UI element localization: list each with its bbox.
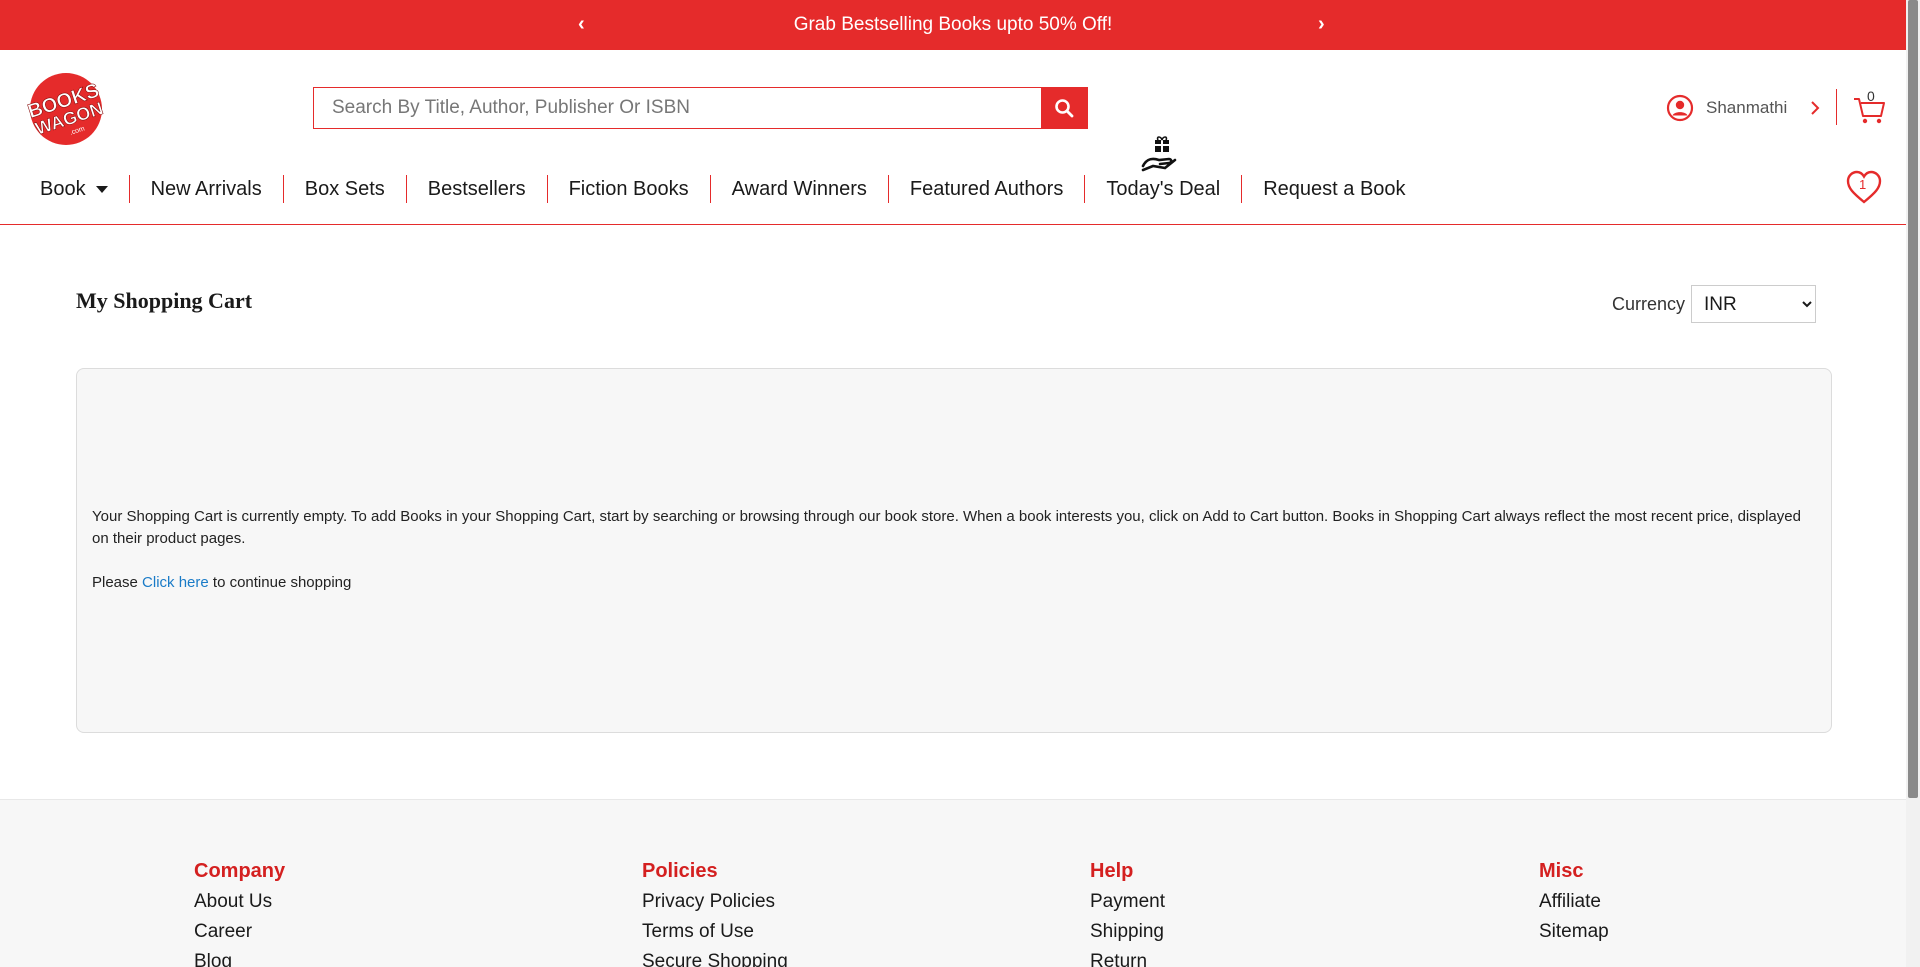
- footer-heading-policies: Policies: [642, 860, 718, 882]
- header-divider: [1836, 89, 1837, 125]
- footer-heading-company: Company: [194, 860, 286, 882]
- caret-down-icon: [95, 186, 108, 194]
- nav-item-book-label: Book: [40, 178, 86, 200]
- footer-heading-misc: Misc: [1539, 860, 1584, 882]
- search-input[interactable]: [314, 88, 1041, 128]
- page-title: My Shopping Cart: [76, 288, 253, 313]
- promo-text[interactable]: Grab Bestselling Books upto 50% Off!: [0, 14, 1906, 36]
- footer-link-affiliate[interactable]: Affiliate: [1539, 887, 1609, 917]
- nav-item-box-sets[interactable]: Box Sets: [284, 175, 407, 203]
- nav-item-todays-deal[interactable]: Today's Deal: [1085, 175, 1243, 203]
- nav-item-award-winners[interactable]: Award Winners: [711, 175, 889, 203]
- nav-item-fiction-books[interactable]: Fiction Books: [548, 175, 711, 203]
- nav-item-featured-authors[interactable]: Featured Authors: [889, 175, 1086, 203]
- continue-shopping-text: Please Click here to continue shopping: [92, 574, 351, 591]
- search-button[interactable]: [1041, 88, 1087, 128]
- promo-banner: ‹ Grab Bestselling Books upto 50% Off! ›: [0, 0, 1906, 50]
- footer-link-blog[interactable]: Blog: [194, 947, 285, 967]
- currency-selector: Currency INR: [1612, 285, 1817, 323]
- continue-prefix: Please: [92, 574, 143, 591]
- footer-link-return[interactable]: Return: [1090, 947, 1165, 967]
- nav-item-book[interactable]: Book: [0, 175, 130, 203]
- continue-suffix: to continue shopping: [208, 574, 352, 591]
- user-name: Shanmathi: [1706, 98, 1788, 117]
- nav-item-new-arrivals[interactable]: New Arrivals: [130, 175, 284, 203]
- cart-count: 0: [1867, 88, 1875, 104]
- nav-item-bestsellers[interactable]: Bestsellers: [407, 175, 548, 203]
- empty-cart-panel: Your Shopping Cart is currently empty. T…: [76, 368, 1832, 733]
- footer-link-career[interactable]: Career: [194, 917, 285, 947]
- scrollbar-thumb[interactable]: [1908, 0, 1918, 798]
- promo-next-arrow-icon[interactable]: ›: [1318, 13, 1325, 36]
- wishlist-count: 1: [1859, 177, 1867, 192]
- nav-item-request-a-book[interactable]: Request a Book: [1242, 175, 1426, 203]
- user-icon: [1666, 94, 1694, 122]
- footer-link-about-us[interactable]: About Us: [194, 887, 285, 917]
- footer-column-help: Help Payment Shipping Return: [1090, 860, 1165, 967]
- footer-link-payment[interactable]: Payment: [1090, 887, 1165, 917]
- main-nav: Book New Arrivals Box Sets Bestsellers F…: [0, 174, 1427, 204]
- footer-link-secure-shopping[interactable]: Secure Shopping: [642, 947, 788, 967]
- currency-label: Currency: [1612, 293, 1686, 314]
- currency-select[interactable]: INR: [1691, 285, 1817, 323]
- cart-button[interactable]: 0: [1852, 88, 1888, 126]
- user-account-menu[interactable]: Shanmathi: [1666, 94, 1821, 122]
- page-scrollbar[interactable]: [1906, 0, 1920, 967]
- site-footer: Company About Us Career Blog Policies Pr…: [0, 799, 1906, 967]
- search-bar: [313, 87, 1088, 129]
- gift-hand-icon: [1141, 136, 1177, 172]
- footer-link-privacy-policies[interactable]: Privacy Policies: [642, 887, 788, 917]
- footer-heading-help: Help: [1090, 860, 1134, 882]
- footer-link-sitemap[interactable]: Sitemap: [1539, 917, 1609, 947]
- empty-cart-message: Your Shopping Cart is currently empty. T…: [92, 508, 1801, 547]
- header-bottom-border: [0, 224, 1906, 225]
- bookswagon-logo[interactable]: BOOKS WAGON .com: [20, 70, 112, 148]
- search-icon: [1055, 99, 1074, 118]
- footer-link-shipping[interactable]: Shipping: [1090, 917, 1165, 947]
- footer-link-terms-of-use[interactable]: Terms of Use: [642, 917, 788, 947]
- chevron-right-icon: [1811, 101, 1820, 115]
- footer-column-company: Company About Us Career Blog: [194, 860, 285, 967]
- continue-shopping-link[interactable]: Click here: [142, 574, 209, 591]
- footer-column-misc: Misc Affiliate Sitemap: [1539, 860, 1609, 947]
- wishlist-button[interactable]: 1: [1845, 168, 1883, 206]
- footer-column-policies: Policies Privacy Policies Terms of Use S…: [642, 860, 788, 967]
